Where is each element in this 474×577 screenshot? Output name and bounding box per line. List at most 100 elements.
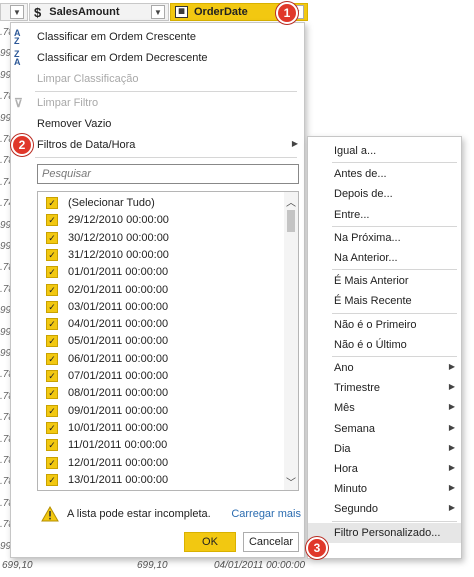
submenu-arrow-icon: ▶: [448, 362, 455, 371]
calendar-icon: ▦: [175, 6, 188, 18]
submenu-item[interactable]: Antes de...: [308, 164, 461, 184]
separator: [35, 91, 297, 92]
checkbox[interactable]: ✓: [46, 387, 58, 400]
checkbox[interactable]: ✓: [46, 335, 58, 348]
ok-button[interactable]: OK: [184, 532, 236, 552]
submenu-item[interactable]: Hora ▶: [308, 459, 461, 479]
list-scrollbar[interactable]: ︿ ﹀: [284, 192, 298, 490]
list-item[interactable]: ✓ 09/01/2011 00:00:00: [46, 402, 168, 420]
load-more-link[interactable]: Carregar mais: [231, 508, 301, 520]
date-filters-submenu: Igual a... Antes de... Depois de... Entre..…: [307, 136, 462, 559]
sort-ascending-icon: AZ: [14, 28, 21, 46]
checkbox[interactable]: ✓: [46, 456, 58, 469]
list-item[interactable]: ✓ 03/01/2011 00:00:00: [46, 298, 168, 316]
submenu-item[interactable]: Não é o Primeiro: [308, 315, 461, 335]
submenu-item[interactable]: Depois de...: [308, 184, 461, 204]
checkbox[interactable]: ✓: [46, 300, 58, 313]
chevron-up-icon[interactable]: ︿: [284, 194, 298, 209]
list-item[interactable]: ✓ 29/12/2010 00:00:00: [46, 211, 169, 229]
list-item-label: 10/01/2011 00:00:00: [68, 421, 169, 434]
list-item[interactable]: ✓ 10/01/2011 00:00:00: [46, 419, 168, 437]
submenu-item[interactable]: Segundo ▶: [308, 499, 461, 519]
list-item[interactable]: ✓14/01/2011 00:00:00: [46, 488, 168, 490]
separator: [332, 162, 457, 164]
list-item[interactable]: ✓ 01/01/2011 00:00:00: [46, 263, 168, 281]
checkbox[interactable]: ✓: [46, 231, 58, 244]
cancel-button[interactable]: Cancelar: [243, 532, 299, 552]
submenu-item[interactable]: Entre...: [308, 205, 461, 225]
submenu-item[interactable]: É Mais Recente: [308, 291, 461, 311]
submenu-item-label: É Mais Anterior: [334, 275, 409, 288]
scrollbar-thumb[interactable]: [287, 210, 295, 232]
submenu-item-label: Entre...: [334, 208, 370, 221]
clear-sort-item[interactable]: Limpar Classificação: [11, 69, 304, 89]
submenu-item[interactable]: Ano ▶: [308, 358, 461, 378]
chevron-down-icon[interactable]: ﹀: [284, 474, 298, 489]
checkbox[interactable]: ✓: [46, 473, 58, 486]
checkbox[interactable]: ✓: [46, 248, 58, 261]
checkbox[interactable]: ✓: [46, 197, 58, 209]
list-item[interactable]: ✓ 05/01/2011 00:00:00: [46, 332, 168, 350]
submenu-arrow-icon: ▶: [291, 139, 298, 148]
submenu-item[interactable]: Dia ▶: [308, 439, 461, 459]
list-item[interactable]: ✓ 04/01/2011 00:00:00: [46, 315, 168, 333]
sort-ascending-item[interactable]: AZ Classificar em Ordem Crescente: [11, 27, 304, 47]
list-item[interactable]: ✓ 11/01/2011 00:00:00: [46, 436, 167, 454]
checkbox[interactable]: ✓: [46, 404, 58, 417]
list-item[interactable]: ✓ 13/01/2011 00:00:00: [46, 471, 168, 489]
submenu-item[interactable]: Trimestre ▶: [308, 378, 461, 398]
submenu-item-label: Não é o Último: [334, 338, 407, 351]
list-item[interactable]: ✓ 08/01/2011 00:00:00: [46, 384, 168, 402]
submenu-item[interactable]: Minuto ▶: [308, 479, 461, 499]
search-input[interactable]: Pesquisar: [37, 164, 299, 184]
sort-descending-item[interactable]: ZA Classificar em Ordem Decrescente: [11, 48, 304, 68]
submenu-item[interactable]: Filtro Personalizado...: [308, 522, 461, 543]
checkbox[interactable]: ✓: [46, 214, 58, 227]
warning-icon: [41, 506, 59, 522]
sort-descending-icon: ZA: [14, 49, 21, 67]
submenu-item-label: Hora: [334, 463, 358, 475]
submenu-item[interactable]: Não é o Último: [308, 335, 461, 355]
list-item-label: 31/12/2010 00:00:00: [68, 248, 169, 261]
values-list[interactable]: ✓ (Selecionar Tudo) ✓ 29/12/2010 00:00:00 ✓ 3…: [37, 191, 299, 491]
remove-empty-label: Remover Vazio: [37, 118, 112, 130]
chevron-down-icon[interactable]: ▼: [151, 5, 165, 19]
checkbox[interactable]: ✓: [46, 266, 58, 279]
checkbox[interactable]: ✓: [46, 370, 58, 382]
cell-left-bottom: 699,10: [2, 560, 33, 571]
submenu-item-label: Trimestre: [334, 382, 381, 395]
chevron-down-icon[interactable]: ▼: [10, 5, 24, 19]
remove-empty-item[interactable]: Remover Vazio: [11, 114, 304, 134]
list-item-label: 01/01/2011 00:00:00: [68, 266, 169, 279]
clear-filter-item[interactable]: ⊽ Limpar Filtro: [11, 93, 304, 113]
column-header-salesamount[interactable]: $ SalesAmount ▼: [29, 3, 169, 21]
list-item[interactable]: ✓ 07/01/2011 00:00:00: [46, 367, 168, 385]
checkbox[interactable]: ✓: [46, 421, 58, 434]
submenu-arrow-icon: ▶: [448, 402, 455, 412]
submenu-item-label: Na Próxima...: [334, 231, 401, 244]
checkbox[interactable]: ✓: [46, 439, 58, 452]
separator: [332, 312, 457, 314]
submenu-item-label: Não é o Primeiro: [334, 318, 417, 331]
submenu-item[interactable]: Semana ▶: [308, 419, 461, 439]
column-title-orderdate: OrderDate: [194, 6, 248, 18]
filter-menu: AZ Classificar em Ordem Crescente ZA Cla…: [10, 22, 305, 558]
list-item[interactable]: ✓ 30/12/2010 00:00:00: [46, 229, 169, 247]
list-item[interactable]: ✓ 06/01/2011 00:00:00: [46, 350, 168, 368]
submenu-item[interactable]: É Mais Anterior: [308, 271, 461, 291]
submenu-item[interactable]: Mês ▶: [308, 398, 461, 418]
list-item[interactable]: ✓ 31/12/2010 00:00:00: [46, 246, 169, 264]
list-item[interactable]: ✓ 12/01/2011 00:00:00: [46, 454, 168, 472]
date-filters-item[interactable]: Filtros de Data/Hora ▶: [11, 135, 304, 155]
date-filters-label: Filtros de Data/Hora: [37, 139, 136, 151]
submenu-item[interactable]: Igual a...: [308, 141, 461, 161]
submenu-item[interactable]: Na Anterior...: [308, 248, 461, 268]
checkbox[interactable]: ✓: [46, 318, 58, 331]
list-item[interactable]: ✓ 02/01/2011 00:00:00: [46, 281, 168, 299]
submenu-item[interactable]: Na Próxima...: [308, 228, 461, 248]
checkbox[interactable]: ✓: [46, 352, 58, 365]
list-item-label: (Selecionar Tudo): [68, 197, 155, 209]
column-header-left[interactable]: ▼: [0, 3, 28, 21]
select-all-item[interactable]: ✓ (Selecionar Tudo): [46, 194, 155, 212]
checkbox[interactable]: ✓: [46, 283, 58, 296]
